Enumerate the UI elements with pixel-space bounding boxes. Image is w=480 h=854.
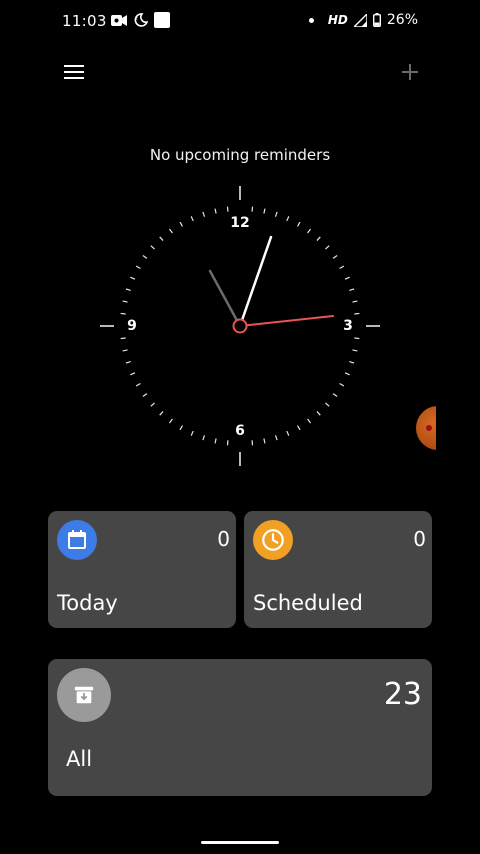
all-icon-circle [57,668,111,722]
floating-chat-bubble-icon[interactable] [416,406,436,450]
clock-icon [262,529,284,551]
scheduled-icon-circle [253,520,293,560]
today-icon-circle [57,520,97,560]
today-card[interactable]: 0 Today [48,511,236,628]
today-label: Today [57,591,118,615]
scheduled-card[interactable]: 0 Scheduled [244,511,432,628]
all-label: All [66,747,93,771]
scheduled-label: Scheduled [253,591,363,615]
all-card[interactable]: 23 All [48,659,432,796]
today-count: 0 [217,527,230,551]
scheduled-count: 0 [413,527,426,551]
home-indicator[interactable] [201,841,279,844]
calendar-icon [68,530,86,549]
all-count: 23 [383,677,422,712]
archive-icon [74,686,94,704]
